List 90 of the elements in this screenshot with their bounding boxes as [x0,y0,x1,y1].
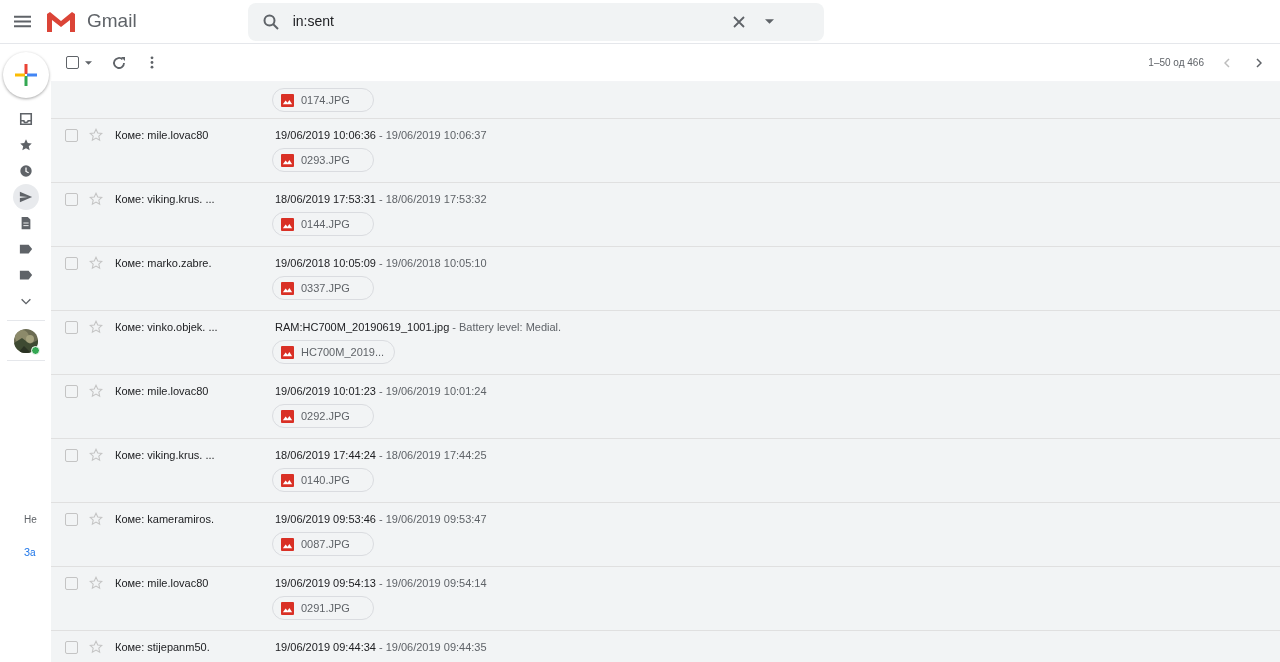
more-options-icon[interactable] [150,56,154,69]
previous-page-icon[interactable] [1224,57,1230,68]
snippet-text: - 18/06/2019 17:53:32 [378,191,487,207]
attachment-chip[interactable]: HC700M_2019... [272,340,396,364]
search-icon[interactable] [262,13,279,30]
snippet-text: - 19/06/2019 09:54:14 [378,575,487,591]
star-icon[interactable] [89,384,103,398]
compose-button[interactable] [2,52,49,98]
subject-text: 19/06/2018 10:05:09 [275,255,376,271]
recipient-text: Коме: mile.lovac80 [115,383,210,399]
image-icon [281,345,294,359]
search-bar[interactable]: in:sent [247,2,824,41]
send-icon [18,190,33,204]
image-icon [281,601,294,615]
inbox-icon [18,112,33,126]
subject-text: 19/06/2019 09:53:46 [275,511,376,527]
attachment-chip[interactable]: 0292.JPG [272,404,374,428]
row-checkbox[interactable] [65,128,78,142]
recipient-text: Коме: stijepanm50. [115,639,211,655]
attachment-chip[interactable]: 0174.JPG [272,88,374,112]
star-icon[interactable] [89,576,103,590]
sidebar-link[interactable]: За [24,545,51,560]
recipient-text: Коме: mile.lovac80 [115,127,210,143]
recipient-text: Коме: marko.zabre. [115,255,213,271]
subject-text: 19/06/2019 10:06:36 [275,127,376,143]
close-icon[interactable] [732,15,745,28]
row-checkbox[interactable] [65,640,78,654]
row-checkbox[interactable] [65,256,78,270]
image-icon [281,281,294,295]
subject-text: 19/06/2019 09:44:34 [275,639,376,655]
recipient-text: Коме: kameramiros. [115,511,215,527]
star-icon [18,138,33,152]
star-icon[interactable] [89,512,103,526]
next-page-icon[interactable] [1256,57,1262,68]
subject-text: RAM:HC700M_20190619_1001.jpg [275,319,450,335]
snippet-text: - 19/06/2019 09:44:35 [378,639,487,655]
image-icon [281,537,294,551]
snippet-text: - 19/06/2019 10:06:37 [378,127,487,143]
row-checkbox[interactable] [65,384,78,398]
sidebar-text: Не [24,513,38,527]
recipient-text: Коме: viking.krus. ... [115,447,216,463]
clock-icon [18,164,33,178]
star-icon[interactable] [89,256,103,270]
plus-icon [14,64,37,86]
recipient-text: Коме: viking.krus. ... [115,191,216,207]
subject-text: 19/06/2019 09:54:13 [275,575,376,591]
star-icon[interactable] [89,640,103,654]
dropdown-caret-icon[interactable] [764,19,774,24]
subject-text: 18/06/2019 17:44:24 [275,447,376,463]
star-icon[interactable] [89,448,103,462]
search-field[interactable]: in:sent [292,11,733,32]
caret-icon[interactable] [85,60,92,65]
snippet-text: - 19/06/2019 10:01:24 [378,383,487,399]
row-checkbox[interactable] [65,448,78,462]
label-icon [18,242,33,256]
avatar[interactable] [13,329,38,353]
row-checkbox[interactable] [65,320,78,334]
star-icon[interactable] [89,192,103,206]
attachment-chip[interactable]: 0337.JPG [272,276,374,300]
subject-text: 18/06/2019 17:53:31 [275,191,376,207]
pagination-text: 1–50 од 466 [1148,56,1204,70]
attachment-chip[interactable]: 0293.JPG [272,148,374,172]
snippet-text: - 19/06/2019 09:53:47 [378,511,487,527]
row-checkbox[interactable] [65,512,78,526]
envelope-logo-icon [46,10,76,33]
snippet-text: - 19/06/2018 10:05:10 [378,255,487,271]
row-checkbox[interactable] [65,192,78,206]
snippet-text: - Battery level: Medial. [452,319,562,335]
row-checkbox[interactable] [65,576,78,590]
attachment-chip[interactable]: 0144.JPG [272,212,374,236]
app-name: Gmail [87,9,137,34]
image-icon [281,409,294,423]
image-icon [281,153,294,167]
recipient-text: Коме: vinko.objek. ... [115,319,219,335]
label-icon [18,268,33,282]
image-icon [281,93,294,107]
select-all-checkbox[interactable] [66,56,79,69]
recipient-text: Коме: mile.lovac80 [115,575,210,591]
attachment-chip[interactable]: 0087.JPG [272,532,374,556]
image-icon [281,473,294,487]
subject-text: 19/06/2019 10:01:23 [275,383,376,399]
attachment-chip[interactable]: 0140.JPG [272,468,374,492]
attachment-chip[interactable]: 0291.JPG [272,596,374,620]
star-icon[interactable] [89,128,103,142]
star-icon[interactable] [89,320,103,334]
snippet-text: - 18/06/2019 17:44:25 [378,447,487,463]
menu-icon[interactable] [14,15,31,28]
refresh-icon[interactable] [112,55,126,70]
image-icon [281,217,294,231]
nav-item[interactable] [12,184,39,210]
